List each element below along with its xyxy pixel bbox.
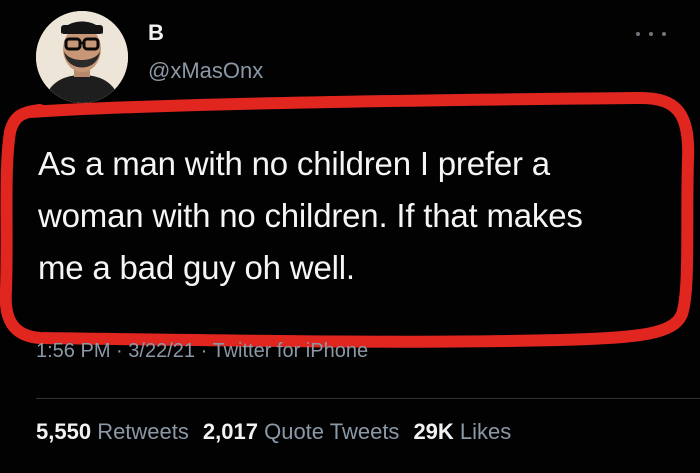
meta-separator: · — [116, 340, 123, 362]
display-name[interactable]: B — [148, 20, 164, 46]
divider — [36, 398, 700, 399]
more-horizontal-icon[interactable] — [636, 28, 666, 40]
quote-tweets-label: Quote Tweets — [264, 419, 400, 444]
tweet-stats: 5,550 Retweets 2,017 Quote Tweets 29K Li… — [36, 419, 511, 445]
tweet-date[interactable]: 3/22/21 — [128, 340, 195, 362]
quote-tweets-stat[interactable]: 2,017 Quote Tweets — [203, 419, 400, 445]
user-avatar-icon — [36, 11, 128, 103]
meta-separator: · — [200, 340, 208, 362]
avatar[interactable] — [36, 11, 128, 103]
tweet-meta: 1:56 PM · 3/22/21 · Twitter for iPhone — [36, 340, 368, 363]
tweet-screenshot: B @xMasOnx As a man with no children I p… — [0, 0, 700, 473]
tweet-text-line: woman with no children. If that makes — [38, 197, 583, 234]
quote-tweets-count: 2,017 — [202, 419, 258, 444]
retweets-label: Retweets — [97, 419, 189, 444]
dot — [636, 32, 640, 36]
tweet-text: As a man with no children I prefer a wom… — [38, 138, 668, 294]
dot — [649, 32, 653, 36]
likes-label: Likes — [459, 419, 512, 444]
tweet-time[interactable]: 1:56 PM — [36, 340, 110, 362]
tweet-source[interactable]: Twitter for iPhone — [212, 340, 368, 362]
dot — [662, 32, 666, 36]
retweets-stat[interactable]: 5,550 Retweets — [36, 419, 189, 445]
likes-count: 29K — [413, 419, 454, 444]
tweet-text-line: As a man with no children I prefer a — [38, 145, 550, 182]
retweets-count: 5,550 — [36, 419, 92, 444]
tweet-text-line: me a bad guy oh well. — [38, 249, 355, 286]
likes-stat[interactable]: 29K Likes — [413, 419, 511, 445]
user-handle[interactable]: @xMasOnx — [148, 58, 263, 84]
